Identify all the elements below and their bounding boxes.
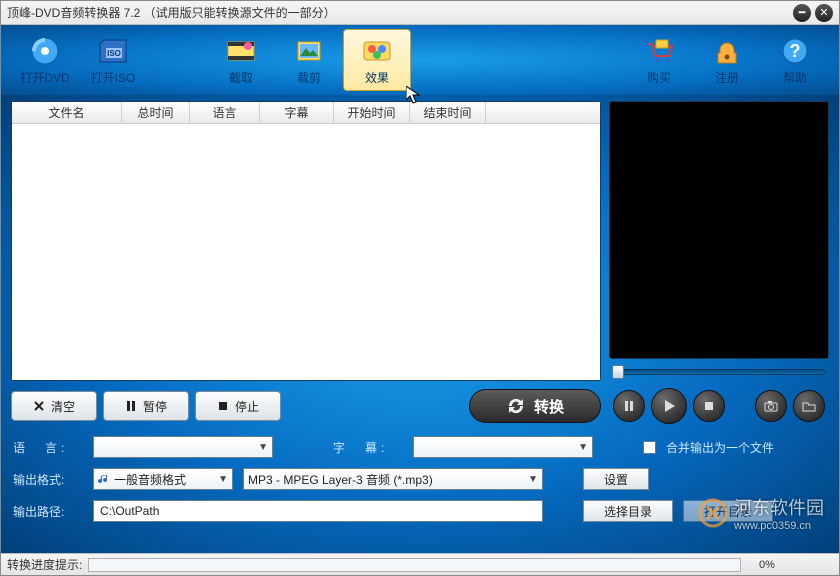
register-button[interactable]: 注册: [693, 29, 761, 91]
media-stop-button[interactable]: [693, 390, 725, 422]
subtitle-select[interactable]: ▼: [413, 436, 593, 458]
open-dvd-label: 打开DVD: [20, 69, 69, 86]
titlebar: 顶峰-DVD音频转换器 7.2 （试用版只能转换源文件的一部分） ━ ✕: [1, 1, 839, 25]
media-play-button[interactable]: [651, 388, 687, 424]
language-select[interactable]: ▼: [93, 436, 273, 458]
choose-dir-button[interactable]: 选择目录: [583, 500, 673, 522]
capture-icon: [223, 35, 259, 67]
capture-label: 截取: [229, 69, 253, 86]
progress-bar: [88, 558, 741, 572]
refresh-icon: [506, 397, 526, 415]
register-label: 注册: [715, 69, 739, 86]
register-icon: [709, 35, 745, 67]
effect-button[interactable]: 效果: [343, 29, 411, 91]
effect-icon: [359, 35, 395, 67]
settings-button[interactable]: 设置: [583, 468, 649, 490]
pause-icon: [125, 400, 137, 412]
list-body[interactable]: [12, 124, 600, 380]
subtitle-label: 字 幕:: [333, 439, 403, 456]
close-button[interactable]: ✕: [815, 4, 833, 22]
minimize-button[interactable]: ━: [793, 4, 811, 22]
output-format-label: 输出格式:: [13, 471, 83, 488]
open-dir-button[interactable]: 打开目录: [683, 500, 773, 522]
open-dvd-button[interactable]: 打开DVD: [11, 29, 79, 91]
x-icon: [33, 400, 45, 412]
crop-icon: [291, 35, 327, 67]
slider-thumb[interactable]: [612, 365, 624, 379]
window-title: 顶峰-DVD音频转换器 7.2 （试用版只能转换源文件的一部分）: [7, 4, 789, 21]
progress-percent: 0%: [747, 559, 787, 571]
merge-checkbox[interactable]: [643, 441, 656, 454]
svg-text:ISO: ISO: [107, 49, 121, 58]
language-label: 语 言:: [13, 439, 83, 456]
snapshot-button[interactable]: [755, 390, 787, 422]
status-bar: 转换进度提示: 0%: [1, 553, 839, 575]
file-list: 文件名 总时间 语言 字幕 开始时间 结束时间: [11, 101, 601, 381]
col-starttime[interactable]: 开始时间: [334, 102, 410, 123]
clear-button[interactable]: 清空: [11, 391, 97, 421]
iso-icon: ISO: [95, 35, 131, 67]
svg-text:?: ?: [790, 41, 801, 61]
output-path-label: 输出路径:: [13, 503, 83, 520]
progress-label: 转换进度提示:: [7, 556, 82, 573]
crop-label: 裁剪: [297, 69, 321, 86]
help-label: 帮助: [783, 69, 807, 86]
effect-label: 效果: [365, 69, 389, 86]
buy-button[interactable]: 购买: [625, 29, 693, 91]
buy-label: 购买: [647, 69, 671, 86]
dvd-icon: [27, 35, 63, 67]
video-preview[interactable]: [609, 101, 829, 359]
pause-button[interactable]: 暂停: [103, 391, 189, 421]
convert-button[interactable]: 转换: [469, 389, 601, 423]
help-button[interactable]: ? 帮助: [761, 29, 829, 91]
cart-icon: [641, 35, 677, 67]
note-icon: [98, 473, 110, 485]
merge-label: 合并输出为一个文件: [666, 439, 774, 456]
preview-slider[interactable]: [609, 363, 829, 381]
open-iso-label: 打开ISO: [91, 69, 136, 86]
col-subtitle[interactable]: 字幕: [260, 102, 334, 123]
format-group-select[interactable]: 一般音频格式▼: [93, 468, 233, 490]
output-path-input[interactable]: C:\OutPath: [93, 500, 543, 522]
open-folder-button[interactable]: [793, 390, 825, 422]
stop-icon: [217, 400, 229, 412]
media-pause-button[interactable]: [613, 390, 645, 422]
col-language[interactable]: 语言: [190, 102, 260, 123]
help-icon: ?: [777, 35, 813, 67]
capture-button[interactable]: 截取: [207, 29, 275, 91]
open-iso-button[interactable]: ISO 打开ISO: [79, 29, 147, 91]
format-select[interactable]: MP3 - MPEG Layer-3 音频 (*.mp3)▼: [243, 468, 543, 490]
crop-button[interactable]: 裁剪: [275, 29, 343, 91]
list-header: 文件名 总时间 语言 字幕 开始时间 结束时间: [12, 102, 600, 124]
col-totaltime[interactable]: 总时间: [122, 102, 190, 123]
stop-button[interactable]: 停止: [195, 391, 281, 421]
col-endtime[interactable]: 结束时间: [410, 102, 486, 123]
main-toolbar: 打开DVD ISO 打开ISO 截取 裁剪 效果: [1, 25, 839, 95]
col-filename[interactable]: 文件名: [12, 102, 122, 123]
